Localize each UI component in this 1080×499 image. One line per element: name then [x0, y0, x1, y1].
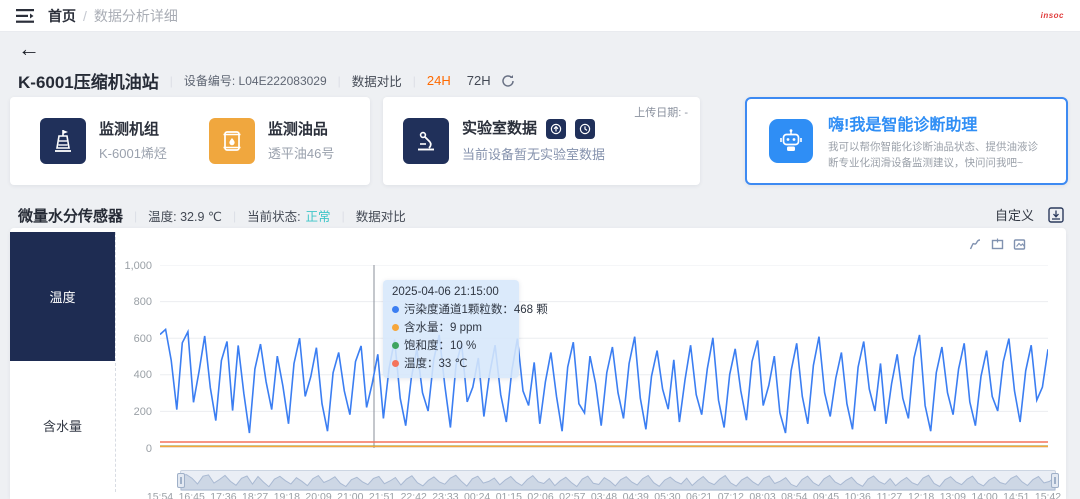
lab-data-status: 当前设备暂无实验室数据 — [462, 144, 605, 163]
monitor-card: 监测机组 K-6001烯烃 监测油品 透平油46号 — [10, 97, 370, 185]
upload-lab-data-icon[interactable] — [546, 119, 566, 139]
page: 首页 / 数据分析详细 insoc ← K-6001压缩机油站 | 设备编号: … — [0, 0, 1080, 499]
chart-tooltip: 2025-04-06 21:15:00 污染度通道1颗粒数：468 颗含水量：9… — [383, 280, 519, 378]
range-24h-button[interactable]: 24H — [427, 73, 451, 88]
save-image-icon[interactable] — [1013, 238, 1026, 251]
datazoom-right-handle[interactable] — [1051, 473, 1059, 488]
y-axis-tick-label: 400 — [112, 369, 152, 381]
series-line-particles — [160, 329, 1048, 433]
monitor-oil-group: 监测油品 透平油46号 — [209, 118, 334, 164]
sensor-title: 微量水分传感器 — [18, 205, 123, 226]
page-title: K-6001压缩机油站 — [18, 68, 159, 93]
ai-assistant-desc: 我可以帮你智能化诊断油品状态、提供油液诊 断专业化润滑设备监测建议，快问问我吧~ — [828, 140, 1038, 172]
y-axis-tick-label: 0 — [112, 443, 152, 455]
breadcrumb-current: 数据分析详细 — [94, 6, 178, 26]
x-axis-tick-label: 15:42 — [1027, 491, 1069, 499]
sensor-section-header: 微量水分传感器 | 温度: 32.9 ℃ | 当前状态: 正常 | 数据对比 — [18, 205, 406, 226]
divider: | — [338, 74, 341, 88]
ai-assistant-card[interactable]: 嗨!我是智能诊断助理 我可以帮你智能化诊断油品状态、提供油液诊 断专业化润滑设备… — [745, 97, 1068, 185]
device-header: K-6001压缩机油站 | 设备编号: L04E222083029 | 数据对比… — [18, 68, 515, 93]
series-color-dot — [392, 360, 399, 367]
lab-data-title: 实验室数据 — [462, 119, 537, 139]
upload-date-label: 上传日期: - — [634, 104, 688, 120]
tooltip-timestamp: 2025-04-06 21:15:00 — [392, 286, 510, 298]
chart-tab-water-content[interactable]: 含水量 — [10, 361, 115, 490]
chart-tab-temperature[interactable]: 温度 — [10, 232, 115, 361]
refresh-icon[interactable] — [501, 74, 515, 88]
oil-barrel-icon — [209, 118, 255, 164]
microscope-icon — [403, 118, 449, 164]
y-axis-tick-label: 1,000 — [112, 260, 152, 272]
y-axis-tick-label: 600 — [112, 333, 152, 345]
divider: | — [413, 74, 416, 88]
y-axis-tick-label: 800 — [112, 296, 152, 308]
sensor-chart-panel: 温度含水量 1,0008006004002000 15:5416:4517:36… — [10, 228, 1066, 499]
tooltip-series-row: 污染度通道1颗粒数：468 颗 — [392, 301, 510, 317]
chart-plot-area[interactable] — [160, 265, 1048, 448]
monitor-oil-value: 透平油46号 — [268, 143, 334, 162]
series-color-dot — [392, 342, 399, 349]
monitor-unit-value: K-6001烯烃 — [99, 143, 167, 162]
monitor-oil-title: 监测油品 — [268, 120, 334, 140]
breadcrumb-separator: / — [83, 8, 87, 24]
tooltip-series-row: 饱和度：10 % — [392, 337, 510, 353]
menu-collapse-icon[interactable] — [16, 9, 34, 23]
download-icon[interactable] — [1048, 207, 1064, 223]
monitor-unit-group: 监测机组 K-6001烯烃 — [40, 118, 167, 164]
monitor-unit-title: 监测机组 — [99, 120, 167, 140]
datazoom-slider[interactable] — [180, 470, 1056, 491]
data-compare-link[interactable]: 数据对比 — [352, 71, 402, 90]
sensor-status-badge: 正常 — [306, 206, 331, 225]
sensor-compare-link[interactable]: 数据对比 — [356, 206, 406, 225]
y-axis-tick-label: 200 — [112, 406, 152, 418]
sensor-temp-value: 温度: 32.9 ℃ — [148, 206, 222, 225]
datazoom-left-handle[interactable] — [177, 473, 185, 488]
topbar: 首页 / 数据分析详细 insoc — [0, 0, 1080, 32]
tooltip-series-row: 含水量：9 ppm — [392, 319, 510, 335]
chart-tab-column: 温度含水量 — [10, 232, 116, 492]
datazoom-preview-area — [181, 475, 1055, 490]
tooltip-series-row: 温度：33 ℃ — [392, 355, 510, 371]
line-type-toggle-icon[interactable] — [969, 238, 982, 251]
chart-toolbox — [969, 238, 1026, 251]
customize-button[interactable]: 自定义 — [995, 205, 1034, 224]
brand-logo: insoc — [1041, 11, 1064, 20]
compressor-icon — [40, 118, 86, 164]
datazoom-select-icon[interactable] — [991, 238, 1004, 251]
series-color-dot — [392, 324, 399, 331]
robot-icon — [769, 119, 813, 163]
divider: | — [170, 74, 173, 88]
series-color-dot — [392, 306, 399, 313]
lab-history-icon[interactable] — [575, 119, 595, 139]
device-number: 设备编号: L04E222083029 — [184, 72, 327, 89]
breadcrumb-home[interactable]: 首页 — [48, 6, 76, 26]
range-72h-button[interactable]: 72H — [467, 73, 491, 88]
sensor-status-label: 当前状态: — [247, 206, 300, 225]
lab-data-card: 上传日期: - 实验室数据 — [383, 97, 700, 185]
back-button[interactable]: ← — [18, 36, 40, 61]
ai-assistant-title: 嗨!我是智能诊断助理 — [828, 111, 1038, 135]
